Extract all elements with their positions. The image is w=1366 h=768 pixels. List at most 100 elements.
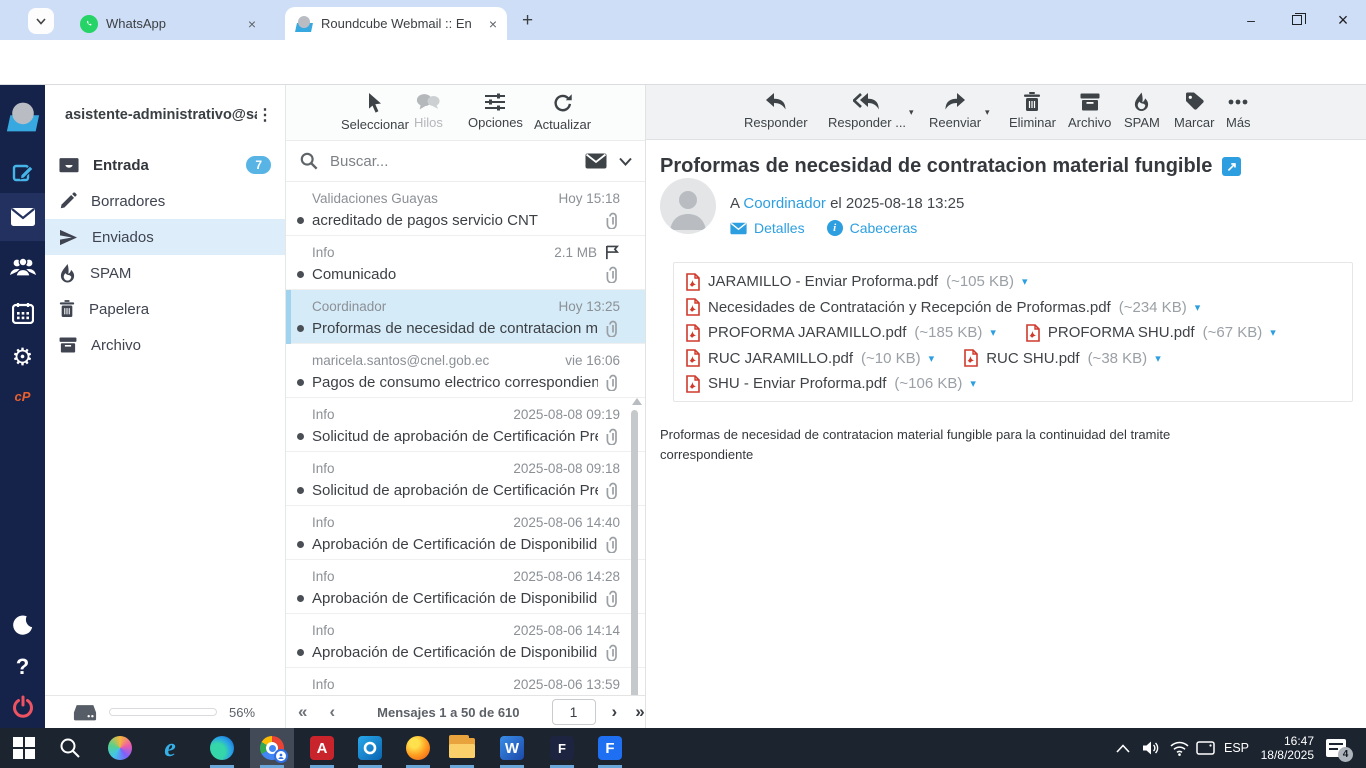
start-button[interactable] [2, 728, 46, 768]
language-indicator[interactable]: ESP [1224, 728, 1249, 768]
attachment-item[interactable]: PROFORMA JARAMILLO.pdf (~185 KB) ▾ [686, 323, 996, 342]
close-tab-icon[interactable]: × [248, 16, 256, 32]
search-input[interactable]: Buscar... [330, 153, 573, 170]
close-tab-icon[interactable]: × [489, 16, 497, 32]
attachment-item[interactable]: RUC SHU.pdf (~38 KB) ▾ [964, 349, 1161, 368]
fs-app-button[interactable]: F [540, 728, 584, 768]
reply-button[interactable]: Responder [744, 92, 808, 130]
window-restore-button[interactable] [1274, 0, 1320, 40]
settings-nav-button[interactable]: ⚙ [0, 337, 45, 377]
search-bar[interactable]: Buscar... [286, 140, 646, 182]
recipient-link[interactable]: Coordinador [743, 195, 826, 212]
attachment-item[interactable]: PROFORMA SHU.pdf (~67 KB) ▾ [1026, 323, 1276, 342]
dark-mode-button[interactable] [0, 605, 45, 645]
volume-button[interactable] [1142, 728, 1161, 768]
search-scope-mail-icon[interactable] [585, 153, 607, 169]
attachment-menu-icon[interactable]: ▾ [1270, 326, 1276, 339]
firefox-button[interactable] [396, 728, 440, 768]
copilot-button[interactable] [98, 728, 142, 768]
tab-whatsapp[interactable]: WhatsApp × [70, 7, 266, 40]
list-item-selected[interactable]: Coordinador Hoy 13:25 Proformas de necesi… [286, 290, 646, 344]
list-item[interactable]: Info 2025-08-08 09:18 Solicitud de aproba… [286, 452, 646, 506]
details-toggle[interactable]: Detalles [730, 220, 805, 236]
edge-button[interactable] [200, 728, 244, 768]
tray-chevron-button[interactable] [1116, 728, 1130, 768]
headers-toggle[interactable]: i Cabeceras [826, 220, 917, 236]
compose-button[interactable] [0, 153, 45, 193]
word-button[interactable]: W [490, 728, 534, 768]
select-button[interactable]: Seleccionar [341, 92, 409, 132]
refresh-button[interactable]: Actualizar [534, 92, 591, 132]
forward-caret-icon[interactable]: ▾ [985, 107, 990, 118]
options-button[interactable]: Opciones [468, 92, 523, 130]
wifi-button[interactable] [1170, 728, 1189, 768]
clock[interactable]: 16:47 18/8/2025 [1258, 728, 1314, 768]
reply-all-caret-icon[interactable]: ▾ [909, 107, 914, 118]
attachment-item[interactable]: Necesidades de Contratación y Recepción … [686, 298, 1201, 317]
tab-roundcube[interactable]: Roundcube Webmail :: Enviados × [285, 7, 507, 40]
window-close-button[interactable]: × [1320, 0, 1366, 40]
last-page-button[interactable]: » [635, 702, 644, 722]
touch-keyboard-button[interactable] [1196, 728, 1215, 768]
first-page-button[interactable]: « [298, 702, 307, 722]
reply-icon [765, 93, 786, 110]
list-item[interactable]: Info 2025-08-08 09:19 Solicitud de aproba… [286, 398, 646, 452]
sidebar-item-archivo[interactable]: Archivo [45, 327, 285, 363]
sidebar-item-entrada[interactable]: Entrada 7 [45, 147, 285, 183]
acrobat-button[interactable]: A [300, 728, 344, 768]
list-item[interactable]: Info 2025-08-06 13:59 [286, 668, 646, 695]
scroll-up-arrow[interactable] [632, 398, 642, 405]
attachment-menu-icon[interactable]: ▾ [1022, 275, 1028, 288]
page-number-input[interactable] [551, 699, 596, 725]
sidebar-item-borradores[interactable]: Borradores [45, 183, 285, 219]
new-tab-button[interactable]: + [522, 10, 533, 32]
open-in-new-window-icon[interactable]: ↗ [1222, 157, 1242, 176]
taskbar-search-button[interactable] [48, 728, 92, 768]
list-item[interactable]: Info 2.1 MB Comunicado [286, 236, 646, 290]
outlook-button[interactable] [348, 728, 392, 768]
list-scrollbar[interactable] [631, 410, 638, 695]
f-app-button[interactable]: F [588, 728, 632, 768]
sidebar-item-enviados[interactable]: Enviados [45, 219, 285, 255]
window-minimize-button[interactable]: – [1228, 0, 1274, 40]
notification-center-button[interactable]: 4 [1326, 728, 1353, 768]
more-button[interactable]: Más [1226, 92, 1251, 130]
list-item[interactable]: Validaciones Guayas Hoy 15:18 acreditado … [286, 182, 646, 236]
help-button[interactable]: ? [0, 647, 45, 687]
forward-button[interactable]: Reenviar [929, 92, 981, 130]
logout-button[interactable] [0, 687, 45, 727]
file-explorer-button[interactable] [440, 728, 484, 768]
list-item[interactable]: maricela.santos@cnel.gob.ec vie 16:06 Pag… [286, 344, 646, 398]
tab-search-button[interactable] [28, 8, 54, 34]
next-page-button[interactable]: › [612, 702, 618, 722]
sidebar-item-papelera[interactable]: Papelera [45, 291, 285, 327]
account-menu-icon[interactable]: ⋮ [257, 105, 273, 125]
roundcube-logo[interactable] [0, 95, 45, 139]
prev-page-button[interactable]: ‹ [329, 702, 335, 722]
internet-explorer-button[interactable]: e [148, 728, 192, 768]
spam-button[interactable]: SPAM [1124, 92, 1160, 130]
search-options-chevron-icon[interactable] [619, 157, 632, 166]
attachment-item[interactable]: RUC JARAMILLO.pdf (~10 KB) ▾ [686, 349, 935, 368]
attachment-menu-icon[interactable]: ▾ [990, 326, 996, 339]
archive-button[interactable]: Archivo [1068, 92, 1111, 130]
attachment-item[interactable]: SHU - Enviar Proforma.pdf (~106 KB) ▾ [686, 374, 976, 393]
sidebar-item-spam[interactable]: SPAM [45, 255, 285, 291]
attachment-menu-icon[interactable]: ▾ [1195, 301, 1201, 314]
mark-button[interactable]: Marcar [1174, 92, 1214, 130]
attachment-item[interactable]: JARAMILLO - Enviar Proforma.pdf (~105 KB… [686, 272, 1028, 291]
cpanel-button[interactable]: cP [0, 379, 45, 413]
reply-all-button[interactable]: Responder ... [828, 92, 906, 130]
contacts-nav-button[interactable] [0, 247, 45, 287]
attachment-menu-icon[interactable]: ▾ [1155, 352, 1161, 365]
list-item[interactable]: Info 2025-08-06 14:40 Aprobación de Certi… [286, 506, 646, 560]
list-item[interactable]: Info 2025-08-06 14:28 Aprobación de Certi… [286, 560, 646, 614]
list-item[interactable]: Info 2025-08-06 14:14 Aprobación de Certi… [286, 614, 646, 668]
calendar-nav-button[interactable] [0, 293, 45, 333]
chrome-button[interactable] [250, 728, 294, 768]
attachment-menu-icon[interactable]: ▾ [929, 352, 935, 365]
delete-button[interactable]: Eliminar [1009, 92, 1056, 130]
attachment-menu-icon[interactable]: ▾ [970, 377, 976, 390]
mail-nav-button[interactable] [0, 193, 45, 241]
chevron-down-icon [36, 17, 46, 25]
